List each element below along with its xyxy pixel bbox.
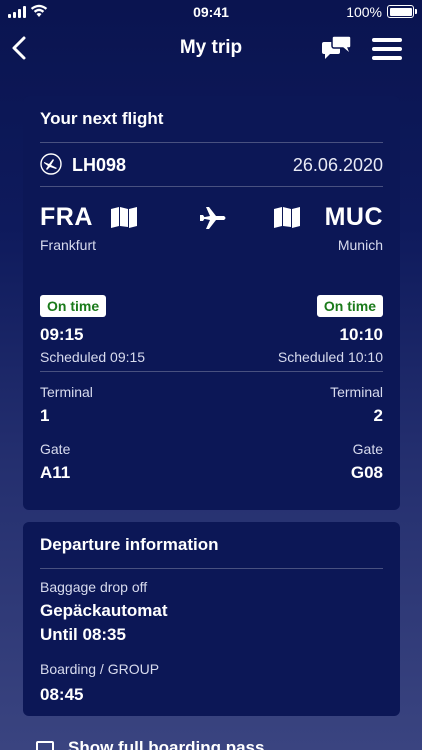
menu-icon[interactable] bbox=[372, 38, 402, 60]
terminal-row: Terminal Terminal 1 2 bbox=[40, 372, 383, 429]
destination-terminal: 2 bbox=[373, 406, 383, 425]
origin-terminal: 1 bbox=[40, 406, 50, 425]
flight-number: LH098 bbox=[72, 155, 127, 175]
map-icon[interactable] bbox=[110, 206, 138, 228]
scheduled-departure: Scheduled 09:15 bbox=[40, 349, 146, 365]
destination-gate: G08 bbox=[350, 463, 383, 482]
boarding-pass-icon bbox=[36, 741, 54, 750]
baggage-label: Baggage drop off bbox=[40, 579, 148, 595]
origin-city: Frankfurt bbox=[40, 237, 97, 253]
battery-icon bbox=[387, 5, 417, 18]
flight-date: 26.06.2020 bbox=[292, 155, 383, 175]
scheduled-arrival: Scheduled 10:10 bbox=[277, 349, 383, 365]
next-flight-card[interactable]: Your next flight LH098 26.06.2020 FRA MU… bbox=[23, 96, 400, 510]
flight-times: On time On time 09:15 10:10 Scheduled 09… bbox=[40, 287, 383, 371]
departure-time: 09:15 bbox=[40, 325, 84, 344]
battery-percent: 100% bbox=[346, 4, 382, 20]
gate-row: Gate Gate A11 G08 bbox=[40, 429, 383, 486]
status-badge: On time bbox=[316, 295, 383, 317]
airline-crane-icon bbox=[40, 153, 62, 175]
status-bar: 09:41 100% bbox=[0, 0, 422, 24]
origin-code: FRA bbox=[40, 203, 93, 231]
gate-label: Gate bbox=[40, 441, 71, 457]
nav-bar: My trip bbox=[0, 28, 422, 68]
map-icon[interactable] bbox=[273, 206, 301, 228]
airplane-icon bbox=[200, 207, 226, 229]
departure-info-title: Departure information bbox=[40, 535, 219, 554]
page-title: My trip bbox=[179, 37, 243, 58]
boarding-time: 08:45 bbox=[40, 685, 84, 704]
status-badge: On time bbox=[40, 295, 107, 317]
departure-info-card[interactable]: Departure information Baggage drop off G… bbox=[23, 522, 400, 716]
baggage-location: Gepäckautomat bbox=[40, 601, 168, 620]
gate-label: Gate bbox=[352, 441, 383, 457]
boarding-label: Boarding / GROUP bbox=[40, 661, 160, 677]
terminal-label: Terminal bbox=[40, 384, 93, 400]
flight-info-row: LH098 26.06.2020 bbox=[40, 143, 383, 186]
arrival-time: 10:10 bbox=[339, 325, 383, 344]
terminal-label: Terminal bbox=[330, 384, 383, 400]
destination-city: Munich bbox=[337, 237, 383, 253]
destination-code: MUC bbox=[324, 203, 383, 231]
boarding-pass-link[interactable]: Show full boarding pass bbox=[36, 738, 264, 750]
chat-icon[interactable] bbox=[322, 36, 352, 60]
boarding-pass-label: Show full boarding pass bbox=[68, 738, 265, 750]
baggage-until: Until 08:35 bbox=[40, 625, 126, 644]
route: FRA MUC Frankfurt Munich bbox=[40, 187, 383, 287]
next-flight-title: Your next flight bbox=[40, 109, 164, 128]
origin-gate: A11 bbox=[40, 463, 71, 482]
